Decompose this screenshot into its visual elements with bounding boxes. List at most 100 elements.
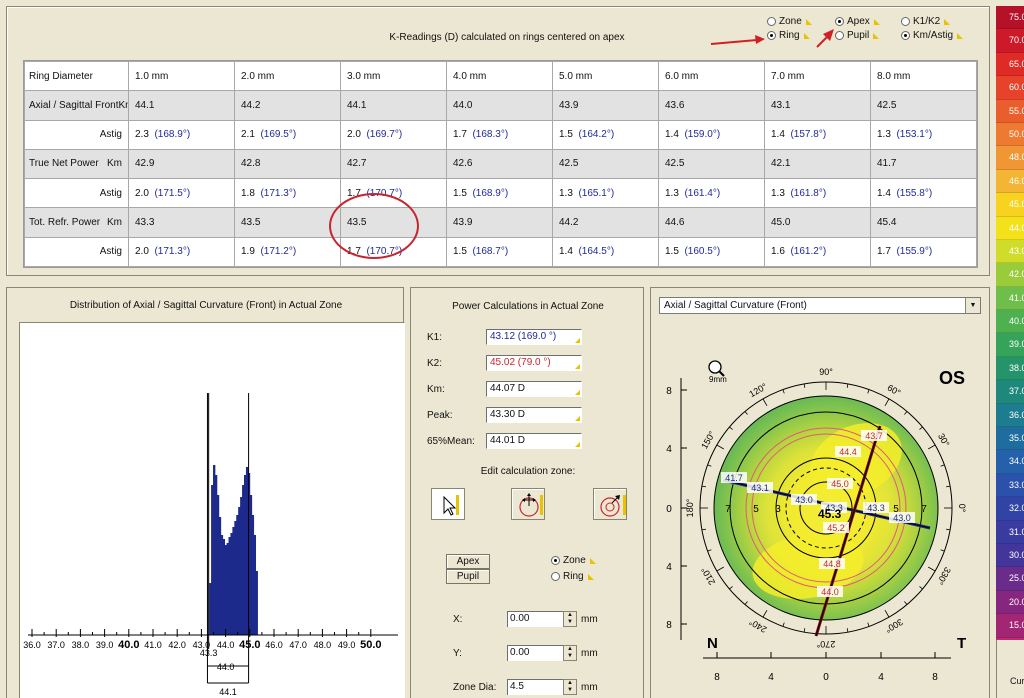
steep-value: 43.7	[865, 431, 883, 441]
scale-value: 37.0	[996, 380, 1024, 404]
peak-label: Peak:	[427, 410, 453, 421]
steep-value: 44.4	[839, 447, 857, 457]
k2-field[interactable]: 45.02 (79.0 °)	[486, 355, 582, 371]
map-type-select[interactable]: Axial / Sagittal Curvature (Front) ▼	[659, 297, 981, 314]
y-spinner[interactable]: ▲ ▼	[563, 645, 577, 661]
apex-option[interactable]: Apex	[835, 16, 880, 27]
astig-row: Astig 2.0 (171.3°) 1.9 (171.2°) 1.7 (170.7°…	[24, 236, 977, 268]
angle-label: 90°	[819, 367, 833, 377]
x-spinner[interactable]: ▲ ▼	[563, 611, 577, 627]
km-cell: 43.9	[446, 207, 553, 238]
km-cell: 43.1	[764, 90, 871, 121]
zone-mode-option[interactable]: Zone	[551, 555, 596, 566]
move-zone-button[interactable]	[511, 488, 545, 520]
scale-value: 70.0	[996, 29, 1024, 53]
histogram-axis-label: 41.0	[144, 640, 162, 650]
pupil-button[interactable]: Pupil	[446, 569, 490, 584]
km-cell: 44.2	[234, 90, 341, 121]
astig-cell: 2.0 (171.5°)	[128, 178, 235, 209]
scale-value: 48.0	[996, 146, 1024, 170]
scale-value: 40.0	[996, 310, 1024, 334]
mean-label: 65%Mean:	[427, 436, 475, 447]
scale-value: 46.0	[996, 169, 1024, 194]
flag-icon	[587, 573, 594, 580]
k-readings-panel: K-Readings (D) calculated on rings cente…	[6, 6, 990, 276]
astig-cell: 2.0 (171.3°)	[128, 236, 235, 268]
ring-diameter-cell: 3.0 mm	[340, 60, 447, 92]
scale-value: 50.0	[996, 122, 1024, 147]
apex-button[interactable]: Apex	[446, 554, 490, 569]
scale-value: 41.0	[996, 286, 1024, 311]
astig-label: Astig	[24, 119, 129, 150]
k1-field[interactable]: 43.12 (169.0 °)	[486, 329, 582, 345]
resize-zone-button[interactable]	[593, 488, 627, 520]
histogram-axis-label: 45.0	[239, 639, 260, 651]
zoom-label: 9mm	[709, 375, 727, 384]
zone-dia-input[interactable]: 4.5	[507, 679, 563, 695]
ring-mode-radio[interactable]	[551, 572, 560, 581]
k1k2-option[interactable]: K1/K2	[901, 16, 951, 27]
zone-dia-unit: mm	[581, 682, 598, 693]
histogram-axis-label: 36.0	[23, 640, 41, 650]
flat-value: 43.3	[867, 503, 885, 513]
row-label: Axial / Sagittal FrontKm	[24, 90, 129, 121]
angle-label: 180°	[685, 498, 695, 517]
km-cell: 45.4	[870, 207, 977, 238]
select-tool-button[interactable]	[431, 488, 465, 520]
scale-footer	[996, 640, 1024, 698]
x-input[interactable]: 0.00	[507, 611, 563, 627]
map-x-tick-label: 4	[878, 672, 884, 683]
histogram-title: Distribution of Axial / Sagittal Curvatu…	[69, 300, 343, 311]
flat-value: 43.0	[795, 495, 813, 505]
ring-diameter-cell: 4.0 mm	[446, 60, 553, 92]
x-label: X:	[453, 614, 463, 625]
map-x-tick-label: 0	[823, 672, 829, 683]
peak-field[interactable]: 43.30 D	[486, 407, 582, 423]
scale-value: 20.0	[996, 590, 1024, 615]
astig-label: Astig	[24, 178, 129, 209]
histogram-axis-label: 44.0	[217, 640, 235, 650]
y-label: Y:	[453, 648, 462, 659]
map-y-tick-label: 8	[666, 620, 672, 631]
km-cell: 44.2	[552, 207, 659, 238]
map-y-tick-label: 0	[666, 504, 672, 515]
scale-value: 34.0	[996, 450, 1024, 474]
scale-value: 31.0	[996, 520, 1024, 544]
km-astig-option[interactable]: Km/Astig	[901, 30, 964, 41]
histogram-axis-label: 38.0	[72, 640, 90, 650]
km-cell: 44.1	[128, 90, 235, 121]
astig-cell: 1.6 (161.2°)	[764, 236, 871, 268]
ring-diameter-cell: 1.0 mm	[128, 60, 235, 92]
zone-mode-radio[interactable]	[551, 556, 560, 565]
astig-row: Astig 2.3 (168.9°) 2.1 (169.5°) 2.0 (169.7°…	[24, 119, 977, 150]
astig-cell: 1.4 (159.0°)	[658, 119, 765, 150]
power-panel: Power Calculations in Actual Zone K1: 43…	[410, 287, 644, 698]
km-cell: 43.5	[234, 207, 341, 238]
scale-value: 39.0	[996, 333, 1024, 357]
flag-icon	[944, 18, 951, 25]
chevron-down-icon[interactable]: ▼	[965, 298, 980, 313]
astig-cell: 1.7 (168.3°)	[446, 119, 553, 150]
mean-field[interactable]: 44.01 D	[486, 433, 582, 449]
pupil-option[interactable]: Pupil	[835, 30, 880, 41]
k1k2-radio[interactable]	[901, 17, 910, 26]
km-field[interactable]: 44.07 D	[486, 381, 582, 397]
map-x-tick-label: 4	[768, 672, 774, 683]
steep-value: 44.8	[823, 559, 841, 569]
ring-diameter-cell: 2.0 mm	[234, 60, 341, 92]
x-unit: mm	[581, 614, 598, 625]
map-y-tick-label: 8	[666, 386, 672, 397]
km-astig-radio[interactable]	[901, 31, 910, 40]
km-cell: 42.5	[658, 148, 765, 180]
y-input[interactable]: 0.00	[507, 645, 563, 661]
map-y-tick-label: 4	[666, 562, 672, 573]
ring-diameter-cell: 7.0 mm	[764, 60, 871, 92]
astig-cell: 1.3 (165.1°)	[552, 178, 659, 209]
flag-icon	[873, 32, 880, 39]
ring-mode-option[interactable]: Ring	[551, 571, 594, 582]
zoom-icon[interactable]	[708, 360, 725, 377]
astig-cell: 2.1 (169.5°)	[234, 119, 341, 150]
astig-cell: 1.3 (153.1°)	[870, 119, 977, 150]
km-cell: 42.5	[552, 148, 659, 180]
zone-dia-spinner[interactable]: ▲ ▼	[563, 679, 577, 695]
